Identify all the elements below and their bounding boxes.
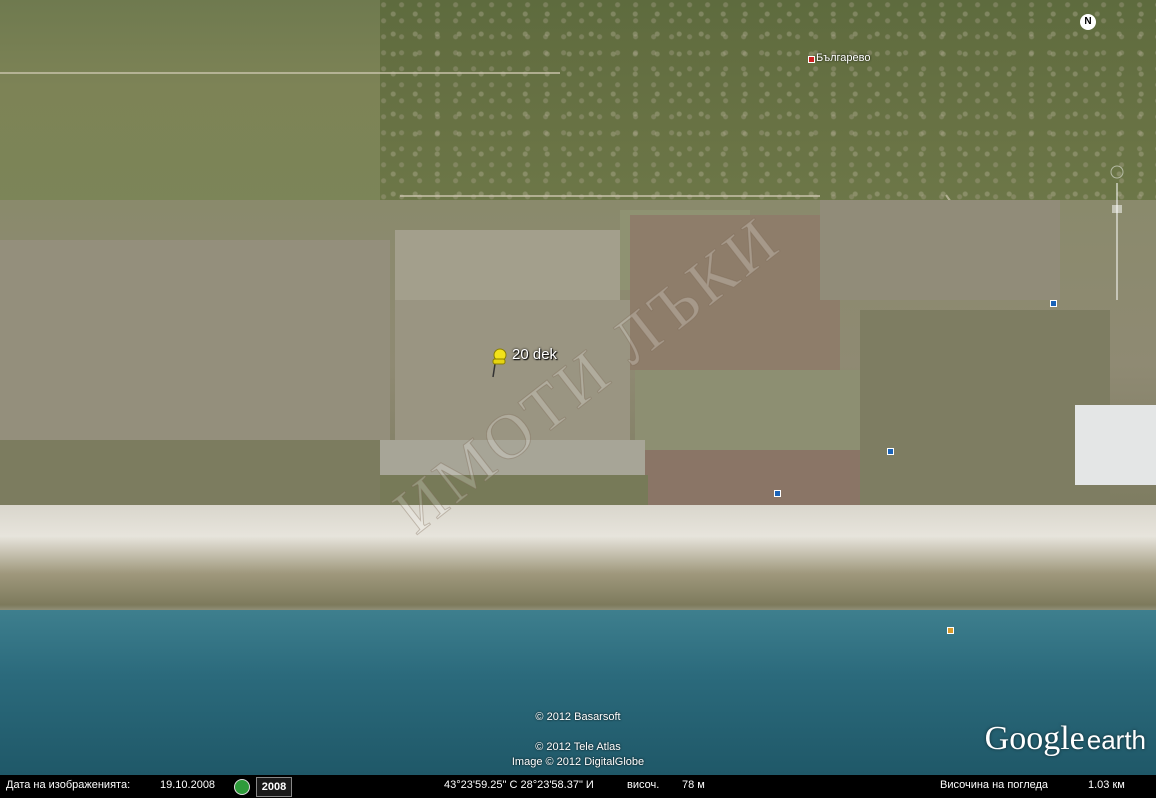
field-plot <box>820 200 1060 300</box>
yellow-pushpin-icon[interactable] <box>488 346 508 378</box>
field-plot <box>0 240 390 440</box>
field-plot <box>860 310 1110 530</box>
photo-marker-icon[interactable] <box>887 448 894 455</box>
photo-marker-icon[interactable] <box>774 490 781 497</box>
zoom-slider-icon[interactable] <box>1110 165 1124 305</box>
elevation-label: височ. <box>627 779 660 791</box>
copyright-tele-atlas: © 2012 Tele Atlas <box>535 741 621 753</box>
road <box>0 72 560 74</box>
village-area <box>380 0 1156 205</box>
salt-area <box>1075 405 1156 485</box>
eye-altitude-value: 1.03 км <box>1088 779 1125 791</box>
coordinates-readout: 43°23'59.25" С 28°23'58.37" И <box>444 779 594 791</box>
image-date-value: 19.10.2008 <box>160 779 216 791</box>
photo-marker-icon[interactable] <box>1050 300 1057 307</box>
eye-altitude-label: Височина на погледа <box>940 779 1049 791</box>
copyright-basarsoft: © 2012 Basarsoft <box>535 711 621 723</box>
photo-marker-icon[interactable] <box>947 627 954 634</box>
logo-brand: Google <box>984 720 1085 757</box>
image-date-label: Дата на изображенията: <box>6 779 131 791</box>
status-bar: Дата на изображенията: 19.10.2008 43°23'… <box>0 775 1156 798</box>
town-marker-icon[interactable] <box>808 56 815 63</box>
road <box>400 195 820 197</box>
logo-product: earth <box>1086 725 1146 755</box>
historical-imagery-clock-icon[interactable] <box>234 779 250 795</box>
town-label[interactable]: Българево <box>816 52 870 64</box>
google-earth-logo: Googleearth <box>985 720 1146 758</box>
compass-north-icon[interactable]: N <box>1080 14 1096 30</box>
copyright-digitalglobe: Image © 2012 DigitalGlobe <box>511 756 645 768</box>
field-plot <box>635 370 870 455</box>
map-viewport[interactable]: Българево 20 dek ИМОТИ ЛЪКИ N © 2012 Bas… <box>0 0 1156 798</box>
elevation-value: 78 м <box>682 779 705 791</box>
field-plot <box>395 230 620 300</box>
history-year-button[interactable]: 2008 <box>256 777 292 797</box>
